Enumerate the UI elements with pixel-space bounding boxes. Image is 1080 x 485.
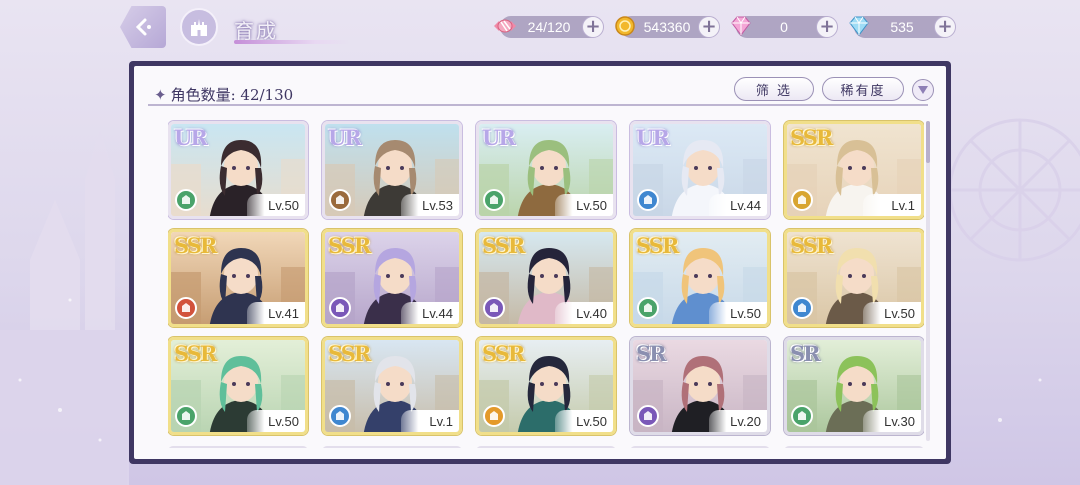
attribute-icon [483,297,505,319]
rarity-badge: UR [482,125,516,150]
character-card[interactable]: UR Lv.50 [168,121,308,219]
rarity-badge: SSR [790,125,833,150]
rarity-badge: UR [328,125,362,150]
character-card[interactable]: SR Lv.20 [630,337,770,435]
character-card[interactable]: SR Lv.30 [784,337,924,435]
character-card[interactable]: SSR Lv.40 [476,229,616,327]
back-button[interactable] [120,6,166,48]
rarity-badge: UR [174,125,208,150]
currency-stamina: 24/120 + [494,16,604,38]
add-pink-gem-button[interactable]: + [816,16,838,38]
character-card[interactable]: UR Lv.44 [630,121,770,219]
rarity-badge: SSR [790,233,833,258]
character-card-partial[interactable] [168,446,308,448]
add-gold-button[interactable]: + [698,16,720,38]
level-label: Lv.44 [709,194,767,216]
grid-scrollbar[interactable] [926,121,930,441]
top-bar: 育成 24/120 + 543360 + 0 + 535 + [0,0,1080,56]
level-label: Lv.1 [401,410,459,432]
character-card[interactable]: SSR Lv.50 [168,337,308,435]
attribute-icon [637,189,659,211]
attribute-icon [791,189,813,211]
attribute-icon [175,189,197,211]
attribute-icon [483,189,505,211]
attribute-icon [329,405,351,427]
rarity-badge: SSR [328,233,371,258]
level-label: Lv.50 [247,410,305,432]
back-arrow-icon [135,18,151,36]
level-label: Lv.50 [709,302,767,324]
character-panel: ✦ 角色数量: 42/130 筛 选 稀有度 UR Lv.50 UR Lv.53 UR Lv… [129,61,951,464]
attribute-icon [329,189,351,211]
castle-icon [191,19,207,36]
rarity-badge: SSR [174,233,217,258]
level-label: Lv.44 [401,302,459,324]
level-label: Lv.53 [401,194,459,216]
filter-button[interactable]: 筛 选 [734,77,814,101]
attribute-icon [791,297,813,319]
attribute-icon [483,405,505,427]
add-blue-gem-button[interactable]: + [934,16,956,38]
currency-blue-gem: 535 + [849,16,956,38]
currency-pink-gem: 0 + [731,16,838,38]
rarity-badge: SSR [174,341,217,366]
character-count-text: 角色数量: 42/130 [170,86,294,104]
level-label: Lv.50 [247,194,305,216]
character-card-partial[interactable] [630,446,770,448]
rarity-badge: UR [636,125,670,150]
rarity-sort-button[interactable]: 稀有度 [822,77,904,101]
rarity-badge: SSR [636,233,679,258]
level-label: Lv.41 [247,302,305,324]
home-button[interactable] [180,8,218,46]
character-card[interactable]: UR Lv.53 [322,121,462,219]
level-label: Lv.50 [555,410,613,432]
header-divider [148,104,928,106]
level-label: Lv.30 [863,410,921,432]
level-label: Lv.40 [555,302,613,324]
rarity-badge: SR [790,341,821,366]
character-card[interactable]: SSR Lv.50 [630,229,770,327]
candy-icon [494,19,516,33]
attribute-icon [791,405,813,427]
character-card[interactable]: SSR Lv.50 [476,337,616,435]
character-card[interactable]: SSR Lv.50 [784,229,924,327]
level-label: Lv.20 [709,410,767,432]
level-label: Lv.50 [863,302,921,324]
gold-coin-icon [615,16,635,36]
attribute-icon [175,297,197,319]
character-panel-inner: ✦ 角色数量: 42/130 筛 选 稀有度 UR Lv.50 UR Lv.53 UR Lv… [134,66,946,459]
title-decoration [234,40,350,44]
character-card-partial[interactable] [784,446,924,448]
character-card[interactable]: SSR Lv.1 [322,337,462,435]
attribute-icon [637,297,659,319]
character-grid: UR Lv.50 UR Lv.53 UR Lv.50 UR Lv.44 SSR Lv.1 SSR Lv… [168,118,924,448]
attribute-icon [175,405,197,427]
character-card[interactable]: SSR Lv.41 [168,229,308,327]
rarity-badge: SSR [328,341,371,366]
blue-diamond-icon [849,16,869,36]
triangle-down-icon [918,86,928,94]
attribute-icon [329,297,351,319]
character-card-partial[interactable] [322,446,462,448]
level-label: Lv.50 [555,194,613,216]
attribute-icon [637,405,659,427]
pink-diamond-icon [731,16,751,36]
scroll-thumb[interactable] [926,121,930,163]
sparkle-icon: ✦ [154,86,167,104]
currency-gold: 543360 + [615,16,720,38]
character-count: ✦ 角色数量: 42/130 [154,84,293,105]
rarity-badge: SR [636,341,667,366]
character-card[interactable]: SSR Lv.44 [322,229,462,327]
sort-order-button[interactable] [912,79,934,101]
rarity-badge: SSR [482,233,525,258]
character-card[interactable]: SSR Lv.1 [784,121,924,219]
level-label: Lv.1 [863,194,921,216]
add-stamina-button[interactable]: + [582,16,604,38]
rarity-badge: SSR [482,341,525,366]
character-card[interactable]: UR Lv.50 [476,121,616,219]
character-card-partial[interactable] [476,446,616,448]
